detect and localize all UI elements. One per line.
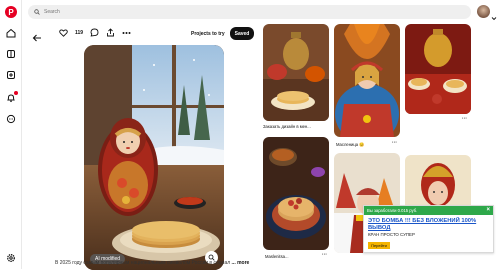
search-input[interactable]: Search bbox=[44, 9, 60, 15]
heart-icon[interactable] bbox=[59, 28, 68, 37]
explore-icon[interactable] bbox=[5, 48, 17, 60]
pinterest-logo-icon[interactable]: P bbox=[5, 6, 17, 18]
pin-image[interactable]: AI modified bbox=[84, 45, 224, 270]
ad-title-link[interactable]: ЭТО БОМБА !!! БЕЗ ВЛОЖЕНИЙ 100% ВЫВОД bbox=[364, 215, 493, 231]
home-icon[interactable] bbox=[5, 27, 17, 39]
notification-dot bbox=[14, 91, 18, 95]
related-pin-title[interactable]: Maslenitsa... bbox=[265, 254, 315, 259]
search-bar[interactable]: Search bbox=[28, 5, 471, 19]
pin-description-text: В 2025 году самым популярным национальны… bbox=[55, 260, 231, 266]
create-icon[interactable] bbox=[5, 69, 17, 81]
pin-description: В 2025 году самым популярным национальны… bbox=[55, 260, 251, 266]
more-options-icon[interactable] bbox=[122, 31, 131, 35]
ad-popup[interactable]: Вы заработали 0.015 руб. × ЭТО БОМБА !!!… bbox=[363, 205, 494, 253]
ad-cta-button[interactable]: Перейти bbox=[368, 242, 390, 249]
pin-closeup: 119 Projects to try Saved AI modified bbox=[27, 22, 257, 270]
projects-to-try-button[interactable]: Projects to try bbox=[191, 31, 225, 37]
avatar[interactable] bbox=[477, 5, 490, 18]
saved-button[interactable]: Saved bbox=[230, 27, 254, 40]
ad-text: КРАН ПРОСТО СУПЕР bbox=[368, 232, 415, 238]
related-pin-title[interactable]: Масленица 😊 bbox=[336, 142, 386, 148]
notifications-icon[interactable] bbox=[5, 91, 18, 104]
related-pin-image[interactable] bbox=[405, 24, 471, 114]
back-arrow-icon[interactable] bbox=[32, 29, 42, 47]
pin-action-bar: 119 bbox=[59, 28, 131, 37]
settings-icon[interactable] bbox=[5, 252, 17, 264]
close-icon[interactable]: × bbox=[486, 207, 490, 213]
messages-icon[interactable] bbox=[5, 113, 17, 125]
more-options-icon[interactable]: ··· bbox=[392, 140, 397, 146]
ad-earnings-text: Вы заработали 0.015 руб. bbox=[367, 208, 418, 213]
more-options-icon[interactable]: ··· bbox=[322, 252, 327, 258]
more-options-icon[interactable]: ··· bbox=[462, 116, 467, 122]
related-pin-image[interactable] bbox=[263, 24, 329, 121]
chevron-down-icon[interactable] bbox=[491, 8, 497, 26]
more-link[interactable]: ... more bbox=[232, 260, 250, 266]
related-pin-image[interactable] bbox=[263, 137, 329, 250]
search-icon bbox=[34, 9, 40, 15]
like-count: 119 bbox=[75, 29, 84, 36]
ad-header: Вы заработали 0.015 руб. × bbox=[364, 206, 493, 215]
related-pin-image[interactable] bbox=[334, 24, 400, 137]
share-icon[interactable] bbox=[106, 28, 115, 37]
related-pin-title[interactable]: Заказать дизайн в мен... bbox=[263, 124, 323, 129]
left-nav-rail: P bbox=[0, 0, 22, 269]
comment-icon[interactable] bbox=[90, 28, 99, 37]
